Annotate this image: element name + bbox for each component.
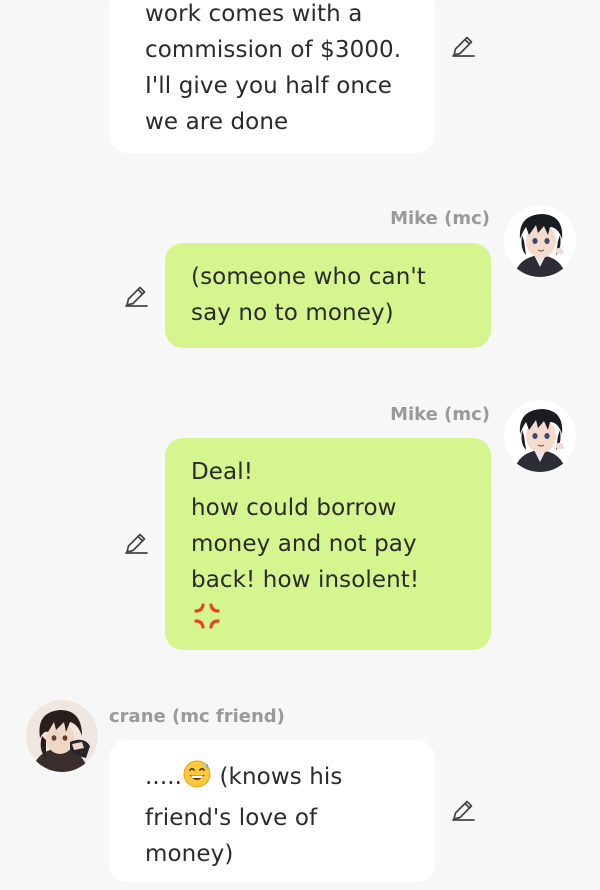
message-text-prefix: ..... bbox=[145, 764, 183, 790]
edit-pencil-icon[interactable] bbox=[123, 530, 149, 556]
message-text: Deal! how could borrow money and not pay… bbox=[191, 459, 420, 593]
avatar-mike[interactable] bbox=[504, 205, 576, 277]
sender-name: Mike (mc) bbox=[390, 208, 490, 229]
anger-symbol-emoji bbox=[191, 600, 491, 643]
sender-name: crane (mc friend) bbox=[109, 706, 285, 727]
grinning-face-with-sweat-emoji bbox=[182, 759, 212, 800]
sender-name: Mike (mc) bbox=[390, 404, 490, 425]
message-bubble-incoming[interactable]: work comes with a commission of $3000. I… bbox=[109, 0, 435, 153]
avatar-mike[interactable] bbox=[504, 400, 576, 472]
avatar-crane[interactable] bbox=[26, 700, 98, 772]
message-bubble-outgoing[interactable]: (someone who can't say no to money) bbox=[165, 243, 491, 348]
message-bubble-incoming[interactable]: ..... (knows his friend's love of money) bbox=[109, 740, 435, 882]
message-bubble-outgoing[interactable]: Deal! how could borrow money and not pay… bbox=[165, 438, 491, 650]
edit-pencil-icon[interactable] bbox=[123, 283, 149, 309]
edit-pencil-icon[interactable] bbox=[450, 797, 476, 823]
message-text: ..... (knows his friend's love of money) bbox=[145, 759, 435, 872]
edit-pencil-icon[interactable] bbox=[450, 33, 476, 59]
message-text: work comes with a commission of $3000. I… bbox=[145, 1, 402, 135]
message-text: (someone who can't say no to money) bbox=[191, 264, 426, 326]
